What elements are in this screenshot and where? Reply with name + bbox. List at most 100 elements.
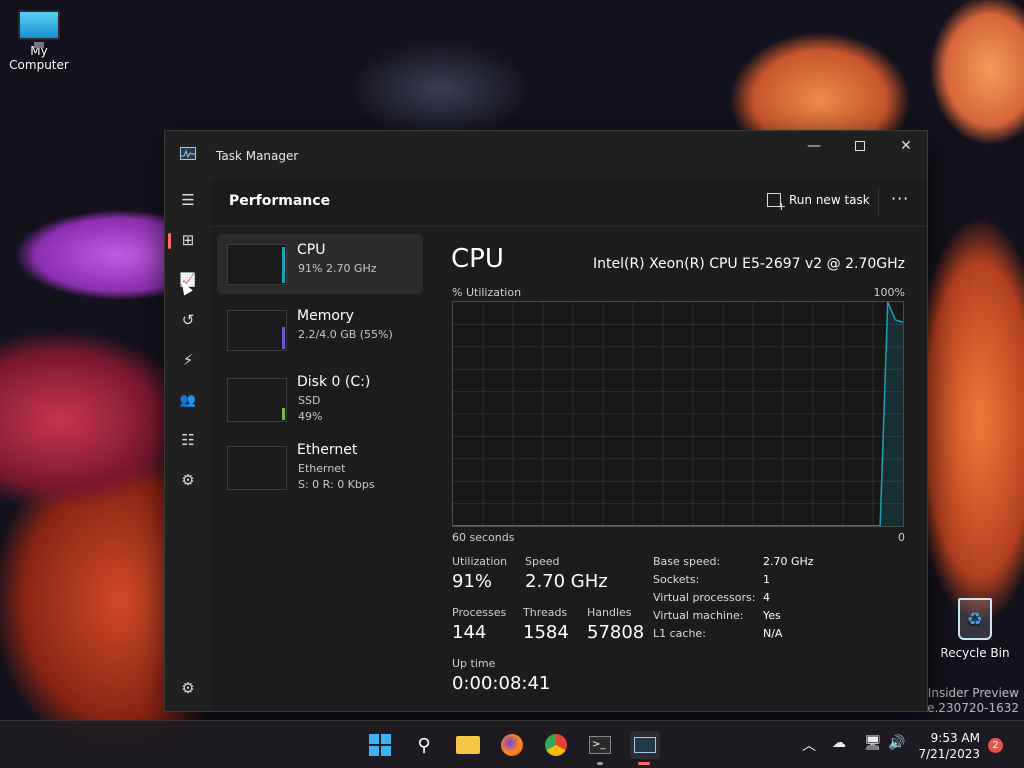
device-sub-2: S: 0 R: 0 Kbps xyxy=(298,478,375,491)
details-icon: ☷ xyxy=(181,431,195,449)
startup-icon: ⚡ xyxy=(182,351,194,369)
utilization-label: Utilization xyxy=(452,555,508,568)
task-manager-app-icon xyxy=(180,147,196,160)
services-icon: ⚙ xyxy=(181,471,195,489)
firefox-button[interactable] xyxy=(498,731,526,759)
spec-value: Yes xyxy=(763,609,781,622)
chrome-icon xyxy=(545,734,567,756)
windows-logo-icon xyxy=(369,734,391,756)
terminal-icon: >_ xyxy=(589,736,611,754)
processes-label: Processes xyxy=(452,606,507,619)
folder-icon xyxy=(456,736,480,754)
device-name: Memory xyxy=(297,308,354,324)
spec-key: Sockets: xyxy=(653,573,700,586)
my-computer-desktop-icon[interactable]: My Computer xyxy=(0,10,78,72)
show-hidden-icons-button[interactable]: ︿ xyxy=(802,735,816,755)
onedrive-button[interactable]: ☁ xyxy=(832,735,846,751)
device-sub: Ethernet xyxy=(298,462,346,475)
clock[interactable]: 9:53 AM 7/21/2023 xyxy=(910,730,980,762)
spec-key: Base speed: xyxy=(653,555,721,568)
threads-label: Threads xyxy=(523,606,568,619)
maximize-button[interactable] xyxy=(837,131,883,161)
search-icon: ⚲ xyxy=(417,734,431,756)
terminal-button[interactable]: >_ xyxy=(586,731,614,765)
hamburger-menu-button[interactable]: ☰ xyxy=(173,185,203,215)
handles-value: 57808 xyxy=(587,622,645,643)
performance-page: Performance Run new task ··· CPU 91% 2.7… xyxy=(211,179,927,711)
network-icon: 🖥 xyxy=(864,735,882,751)
title-bar[interactable]: Task Manager — ✕ xyxy=(165,131,927,179)
processes-value: 144 xyxy=(452,622,487,643)
spec-value: 2.70 GHz xyxy=(763,555,814,568)
page-header: Performance Run new task ··· xyxy=(211,179,927,227)
close-icon: ✕ xyxy=(900,138,912,154)
nav-settings[interactable]: ⚙ xyxy=(173,673,203,703)
device-item-ethernet[interactable]: Ethernet Ethernet S: 0 R: 0 Kbps xyxy=(217,434,423,496)
cpu-graph-svg xyxy=(453,302,903,526)
my-computer-label: My Computer xyxy=(9,44,69,72)
page-title: Performance xyxy=(229,193,331,209)
threads-value: 1584 xyxy=(523,622,569,643)
active-indicator xyxy=(168,233,171,249)
speed-value: 2.70 GHz xyxy=(525,571,608,592)
menu-icon: ☰ xyxy=(181,191,195,209)
spec-key: Virtual machine: xyxy=(653,609,744,622)
taskbar: ⚲ >_ ︿ ☁ 🖥 🔊 9:53 AM 7/21/2023 2 xyxy=(0,720,1024,768)
clock-time: 9:53 AM xyxy=(930,731,980,745)
device-sub: SSD xyxy=(298,394,321,407)
device-sub: 91% 2.70 GHz xyxy=(298,262,377,275)
users-icon: 👥 xyxy=(179,392,197,408)
nav-services[interactable]: ⚙ xyxy=(173,465,203,495)
minimize-button[interactable]: — xyxy=(791,131,837,161)
disk-thumbnail-graph xyxy=(227,378,287,422)
task-manager-taskbar-button[interactable] xyxy=(630,731,660,765)
recycle-bin-desktop-icon[interactable]: ♻ Recycle Bin xyxy=(940,598,1010,660)
speaker-icon: 🔊 xyxy=(888,735,906,751)
firefox-icon xyxy=(501,734,523,756)
device-item-cpu[interactable]: CPU 91% 2.70 GHz xyxy=(217,234,423,294)
cpu-utilization-graph xyxy=(452,301,904,527)
header-divider xyxy=(878,187,879,217)
monitor-icon xyxy=(18,10,60,48)
running-indicator xyxy=(597,762,603,765)
cpu-detail-panel: CPU Intel(R) Xeon(R) CPU E5-2697 v2 @ 2.… xyxy=(451,234,921,704)
run-new-task-button[interactable]: Run new task xyxy=(767,193,870,213)
uptime-label: Up time xyxy=(452,657,496,670)
nav-details[interactable]: ☷ xyxy=(173,425,203,455)
task-manager-icon xyxy=(634,737,656,753)
close-button[interactable]: ✕ xyxy=(883,131,929,161)
detail-title: CPU xyxy=(451,244,504,274)
speed-label: Speed xyxy=(525,555,560,568)
device-name: Disk 0 (C:) xyxy=(297,374,371,390)
nav-users[interactable]: 👥 xyxy=(173,385,203,415)
start-button[interactable] xyxy=(366,731,394,759)
time-axis-label: 60 seconds xyxy=(452,531,515,544)
nav-processes[interactable]: ⊞ xyxy=(173,225,203,255)
uptime-value: 0:00:08:41 xyxy=(452,673,551,694)
device-name: CPU xyxy=(297,242,326,258)
volume-button[interactable]: 🔊 xyxy=(888,735,905,751)
recycle-bin-icon: ♻ xyxy=(958,598,992,640)
device-item-memory[interactable]: Memory 2.2/4.0 GB (55%) xyxy=(217,300,423,360)
spec-key: Virtual processors: xyxy=(653,591,756,604)
nav-startup-apps[interactable]: ⚡ xyxy=(173,345,203,375)
maximize-icon xyxy=(855,141,865,151)
processes-icon: ⊞ xyxy=(181,231,195,249)
file-explorer-button[interactable] xyxy=(454,731,482,759)
network-button[interactable]: 🖥 xyxy=(864,735,882,751)
notification-badge[interactable]: 2 xyxy=(988,738,1003,753)
chrome-button[interactable] xyxy=(542,731,570,759)
ethernet-thumbnail-graph xyxy=(227,446,287,490)
task-manager-window: Task Manager — ✕ ☰ ⊞ 📈 ↺ ⚡ 👥 ☷ ⚙ ⚙ Perfo… xyxy=(164,130,928,712)
handles-label: Handles xyxy=(587,606,632,619)
spec-value: N/A xyxy=(763,627,783,640)
run-new-task-label: Run new task xyxy=(789,193,870,207)
more-options-button[interactable]: ··· xyxy=(891,189,909,208)
nav-app-history[interactable]: ↺ xyxy=(173,305,203,335)
history-icon: ↺ xyxy=(181,311,195,329)
device-item-disk[interactable]: Disk 0 (C:) SSD 49% xyxy=(217,366,423,428)
search-button[interactable]: ⚲ xyxy=(410,731,438,759)
device-sub: 2.2/4.0 GB (55%) xyxy=(298,328,393,341)
minimize-icon: — xyxy=(807,138,821,154)
device-name: Ethernet xyxy=(297,442,358,458)
